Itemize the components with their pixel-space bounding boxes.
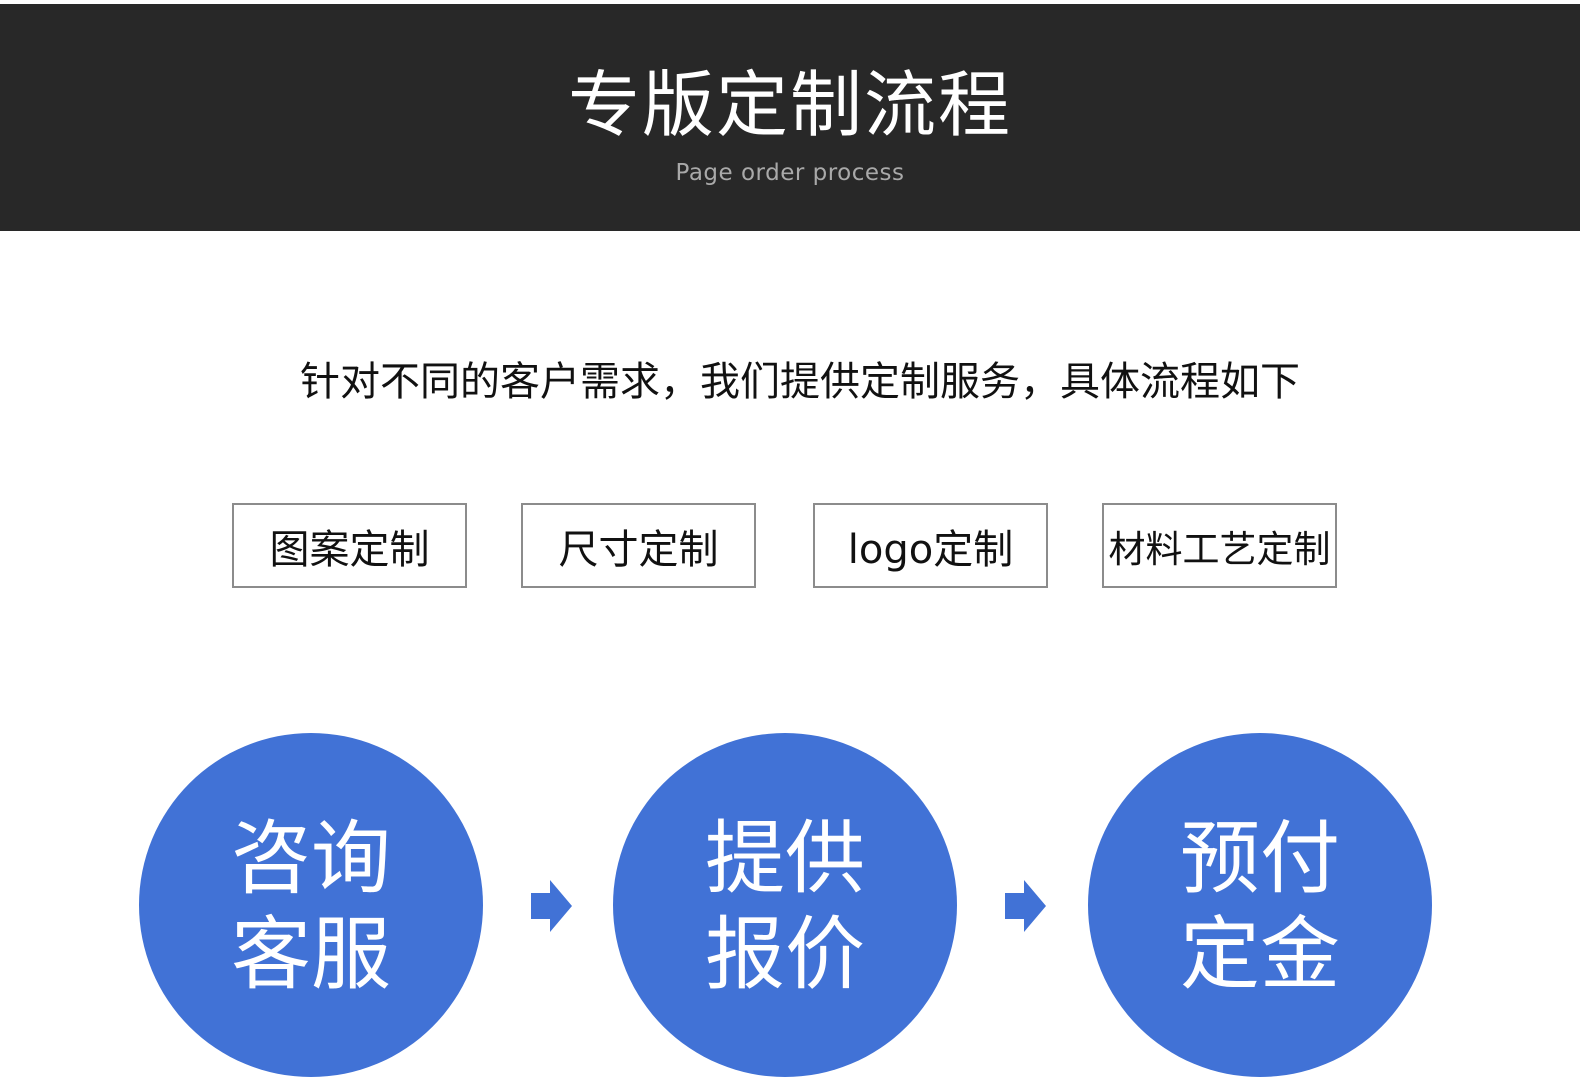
page-subtitle: Page order process	[675, 160, 905, 186]
arrow-right-icon	[1005, 880, 1046, 932]
tag-material-custom: 材料工艺定制	[1102, 503, 1337, 588]
step-label: 提供 报价	[705, 812, 865, 1001]
page-title: 专版定制流程	[567, 63, 1012, 147]
tag-label: 材料工艺定制	[1108, 527, 1331, 571]
step-label: 咨询 客服	[231, 812, 391, 1001]
step-quote: 提供 报价	[613, 733, 957, 1077]
intro-text: 针对不同的客户需求，我们提供定制服务，具体流程如下	[300, 359, 1300, 405]
step-consult: 咨询 客服	[139, 733, 483, 1077]
tag-label: logo定制	[847, 526, 1014, 573]
step-label: 预付 定金	[1180, 812, 1340, 1001]
step-deposit: 预付 定金	[1088, 733, 1432, 1077]
arrow-right-icon	[531, 880, 572, 932]
tag-size-custom: 尺寸定制	[521, 503, 756, 588]
tag-logo-custom: logo定制	[813, 503, 1048, 588]
tag-pattern-custom: 图案定制	[232, 503, 467, 588]
tag-label: 图案定制	[269, 526, 430, 573]
tag-label: 尺寸定制	[558, 526, 719, 573]
header-banner: 专版定制流程 Page order process	[0, 4, 1580, 231]
